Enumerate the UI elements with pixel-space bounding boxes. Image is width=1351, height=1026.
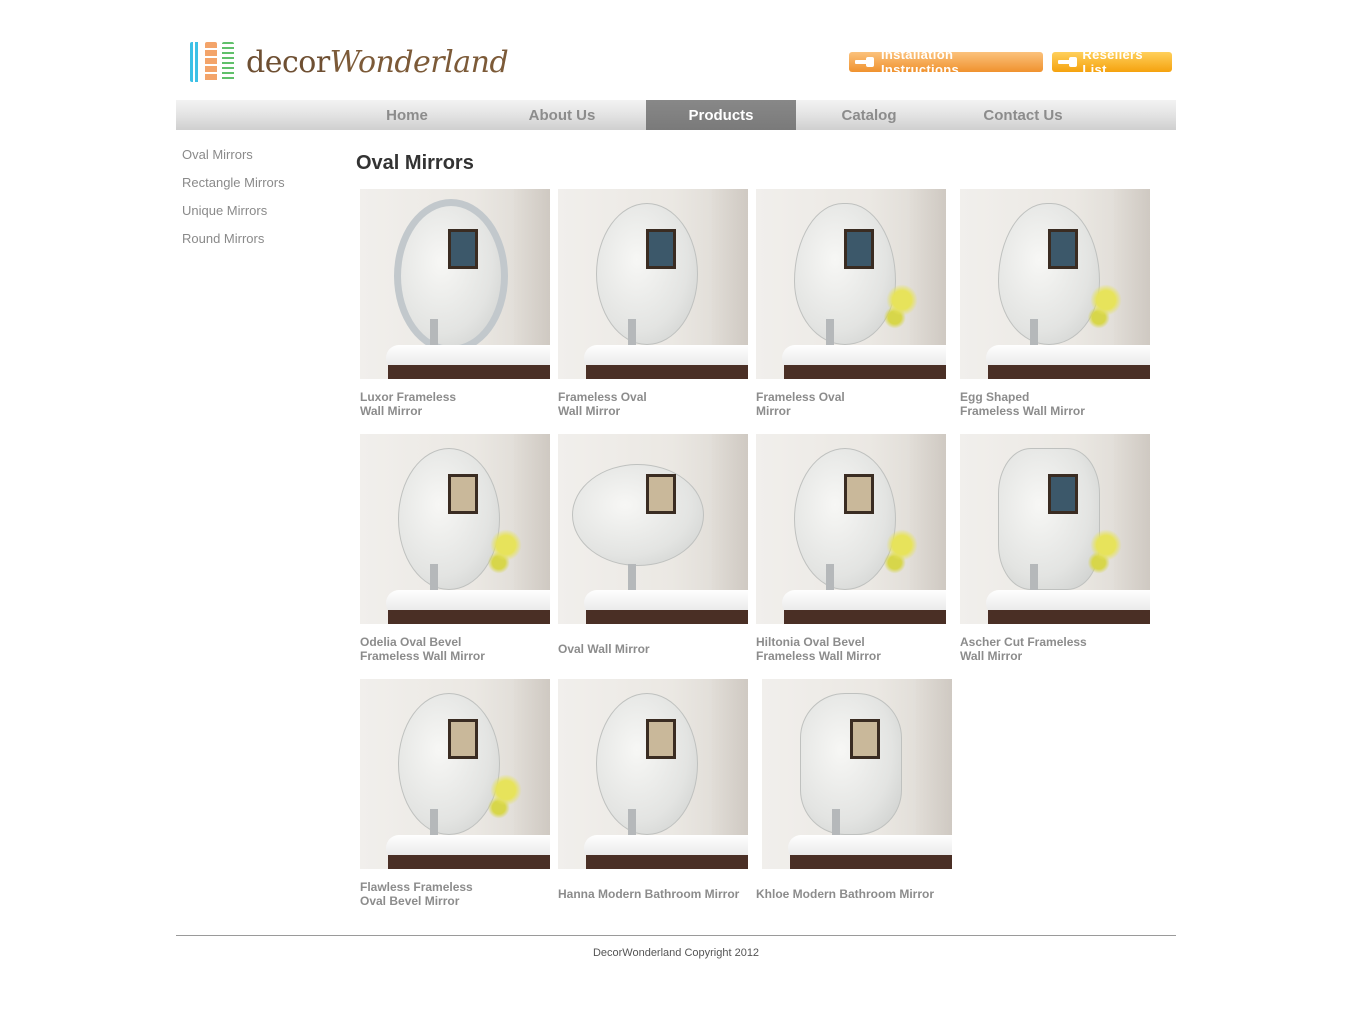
installation-instructions-label: Installation Instructions (880, 47, 959, 77)
header-buttons: Installation Instructions Resellers List (849, 47, 1172, 77)
product-name[interactable]: Egg Shaped Frameless Wall Mirror (960, 390, 1170, 418)
product-name[interactable]: Frameless Oval Wall Mirror (558, 390, 768, 418)
nav-about-us[interactable]: About Us (478, 100, 646, 130)
logo-icon (190, 42, 234, 82)
product-image[interactable] (762, 679, 952, 869)
sidebar-item-rectangle-mirrors[interactable]: Rectangle Mirrors (182, 176, 285, 204)
nav-contact-us[interactable]: Contact Us (942, 100, 1104, 130)
product-name[interactable]: Luxor Frameless Wall Mirror (360, 390, 570, 418)
product-name[interactable]: Frameless Oval Mirror (756, 390, 966, 418)
product-image[interactable] (558, 434, 748, 624)
product-image[interactable] (360, 679, 550, 869)
nav-home[interactable]: Home (336, 100, 478, 130)
sidebar-item-oval-mirrors[interactable]: Oval Mirrors (182, 148, 285, 176)
installation-instructions-button[interactable]: Installation Instructions (849, 47, 1043, 77)
product-name[interactable]: Khloe Modern Bathroom Mirror (756, 887, 966, 901)
product-image[interactable] (960, 434, 1150, 624)
product-name[interactable]: Ascher Cut Frameless Wall Mirror (960, 635, 1170, 663)
product-name[interactable]: Oval Wall Mirror (558, 642, 768, 656)
product-image[interactable] (360, 189, 550, 379)
footer-divider (176, 935, 1176, 936)
page-title: Oval Mirrors (356, 152, 474, 174)
product-image[interactable] (756, 434, 946, 624)
footer-copyright: DecorWonderland Copyright 2012 (592, 947, 760, 959)
nav-products[interactable]: Products (646, 100, 796, 130)
product-name[interactable]: Hiltonia Oval Bevel Frameless Wall Mirror (756, 635, 966, 663)
sidebar-item-round-mirrors[interactable]: Round Mirrors (182, 232, 285, 260)
product-name[interactable]: Flawless Frameless Oval Bevel Mirror (360, 880, 570, 908)
product-image[interactable] (558, 679, 748, 869)
resellers-list-button[interactable]: Resellers List (1052, 47, 1172, 77)
main-nav: Home About Us Products Catalog Contact U… (176, 100, 1176, 130)
wrench-icon (855, 57, 875, 67)
product-name[interactable]: Hanna Modern Bathroom Mirror (558, 887, 768, 901)
logo-prefix: decor (246, 44, 330, 80)
product-image[interactable] (360, 434, 550, 624)
product-image[interactable] (558, 189, 748, 379)
site-logo[interactable]: decorWonderland (190, 40, 509, 84)
key-icon (1058, 57, 1078, 67)
nav-catalog[interactable]: Catalog (796, 100, 942, 130)
product-image[interactable] (960, 189, 1150, 379)
product-image[interactable] (756, 189, 946, 379)
product-name[interactable]: Odelia Oval Bevel Frameless Wall Mirror (360, 635, 570, 663)
resellers-list-label: Resellers List (1082, 47, 1143, 77)
sidebar-item-unique-mirrors[interactable]: Unique Mirrors (182, 204, 285, 232)
logo-script: Wonderland (329, 44, 509, 80)
sidebar: Oval Mirrors Rectangle Mirrors Unique Mi… (182, 148, 285, 260)
